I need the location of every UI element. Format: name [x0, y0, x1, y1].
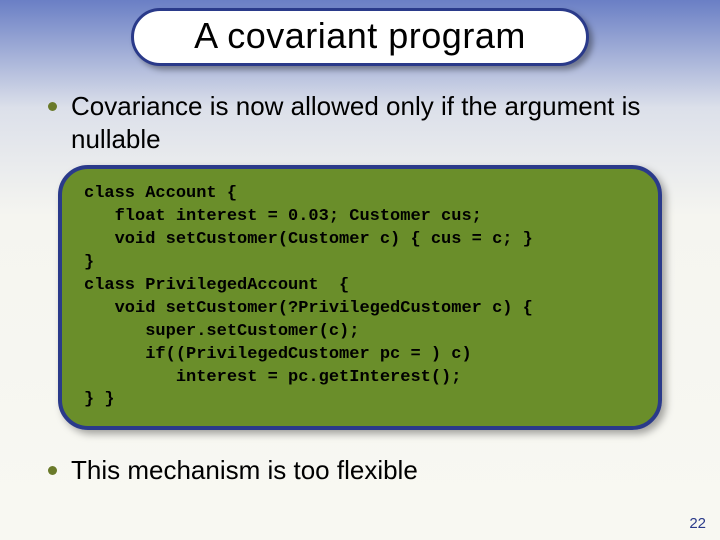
code-block: class Account { float interest = 0.03; C…	[84, 183, 636, 412]
title-area: A covariant program	[0, 0, 720, 66]
content-area: Covariance is now allowed only if the ar…	[0, 66, 720, 430]
code-line: void setCustomer(?PrivilegedCustomer c) …	[84, 299, 533, 318]
title-box: A covariant program	[131, 8, 589, 66]
slide-title: A covariant program	[194, 15, 526, 56]
bullet-text-1: Covariance is now allowed only if the ar…	[71, 90, 672, 155]
code-line: class PrivilegedAccount {	[84, 276, 349, 295]
bullet-dot-icon	[48, 466, 57, 475]
bullet-dot-icon	[48, 102, 57, 111]
code-line: super.setCustomer(c);	[84, 322, 359, 341]
code-line: float interest = 0.03; Customer cus;	[84, 207, 482, 226]
code-line: class Account {	[84, 184, 237, 203]
page-number: 22	[689, 515, 706, 532]
bullet-item: Covariance is now allowed only if the ar…	[48, 90, 672, 155]
slide: A covariant program Covariance is now al…	[0, 0, 720, 540]
code-line: }	[84, 253, 94, 272]
bullet-item: This mechanism is too flexible	[48, 454, 672, 487]
code-line: void setCustomer(Customer c) { cus = c; …	[84, 230, 533, 249]
code-line: } }	[84, 390, 115, 409]
code-line: if((PrivilegedCustomer pc = ) c)	[84, 345, 472, 364]
bullet-text-2: This mechanism is too flexible	[71, 454, 418, 487]
code-line: interest = pc.getInterest();	[84, 368, 461, 387]
bottom-area: This mechanism is too flexible	[0, 430, 720, 487]
code-box: class Account { float interest = 0.03; C…	[58, 165, 662, 430]
